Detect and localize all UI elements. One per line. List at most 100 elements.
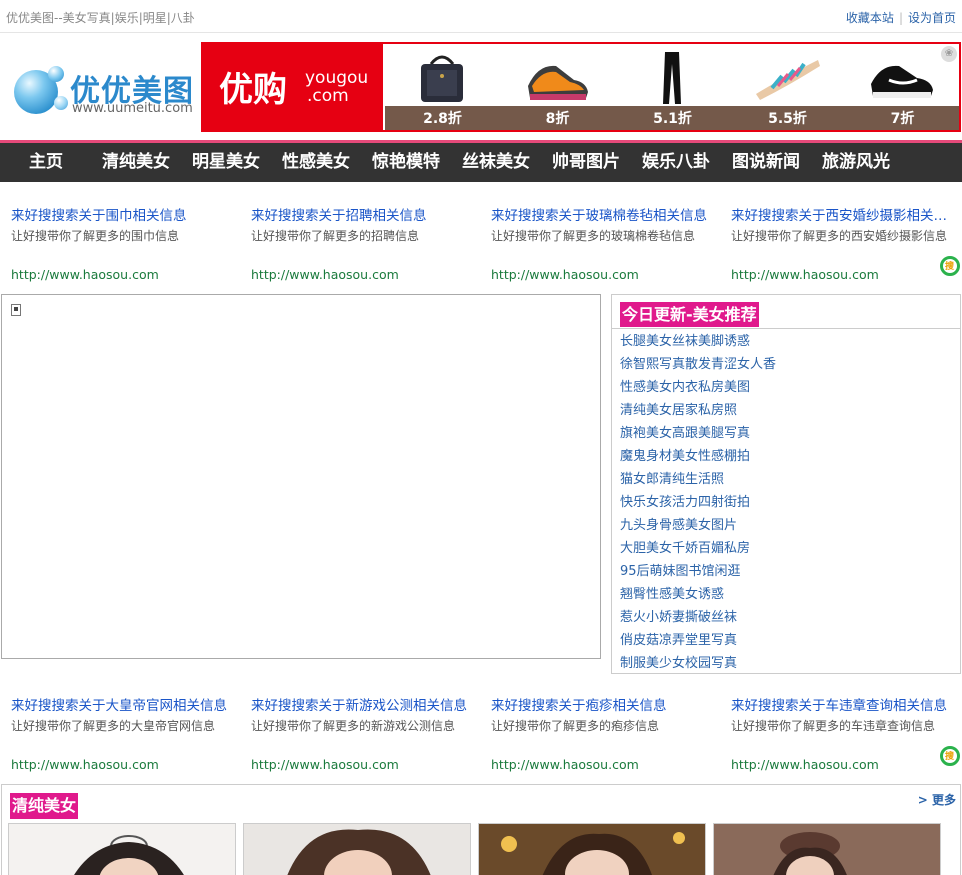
search-ad[interactable]: 来好搜搜索关于新游戏公测相关信息 让好搜带你了解更多的新游戏公测信息 http:… xyxy=(251,684,481,774)
photo-thumbnail[interactable] xyxy=(8,823,236,875)
list-item: 清纯美女居家私房照 xyxy=(620,400,776,423)
recommend-link[interactable]: 魔鬼身材美女性感棚拍 xyxy=(620,449,750,464)
nav-item-stockings[interactable]: 丝袜美女 xyxy=(458,143,534,182)
search-ad[interactable]: 来好搜搜索关于招聘相关信息 让好搜带你了解更多的招聘信息 http://www.… xyxy=(251,194,481,284)
list-item: 性感美女内衣私房美图 xyxy=(620,377,776,400)
recommend-link[interactable]: 制服美少女校园写真 xyxy=(620,656,737,671)
ad-title[interactable]: 来好搜搜索关于围巾相关信息 xyxy=(11,204,239,224)
nav-item-travel[interactable]: 旅游风光 xyxy=(818,143,894,182)
product-price: 7折 xyxy=(890,111,915,127)
ad-title[interactable]: 来好搜搜索关于玻璃棉卷毡相关信息 xyxy=(491,204,719,224)
ad-url[interactable]: http://www.haosou.com xyxy=(251,267,399,282)
list-item: 旗袍美女高跟美腿写真 xyxy=(620,423,776,446)
nav-item-sexy[interactable]: 性感美女 xyxy=(278,143,354,182)
recommend-header: 今日更新-美女推荐 xyxy=(612,295,960,329)
list-item: 猫女郎清纯生活照 xyxy=(620,469,776,492)
search-ad[interactable]: 来好搜搜索关于车违章查询相关信息 让好搜带你了解更多的车违章查询信息 http:… xyxy=(731,684,949,774)
ad-url[interactable]: http://www.haosou.com xyxy=(11,757,159,772)
pure-beauty-section: 清纯美女 > 更多 xyxy=(1,784,961,875)
banner-products: 2.8折 8折 5.1折 5.5折 7折 xyxy=(385,44,959,130)
recommend-link[interactable]: 猫女郎清纯生活照 xyxy=(620,472,724,487)
product-price: 5.5折 xyxy=(768,111,807,127)
main-nav: 主页 清纯美女 明星美女 性感美女 惊艳模特 丝袜美女 帅哥图片 娱乐八卦 图说… xyxy=(0,143,962,182)
recommend-link[interactable]: 快乐女孩活力四射街拍 xyxy=(620,495,750,510)
ad-paw-icon[interactable]: ❀ xyxy=(941,46,957,62)
ad-title[interactable]: 来好搜搜索关于招聘相关信息 xyxy=(251,204,479,224)
recommend-link[interactable]: 清纯美女居家私房照 xyxy=(620,403,737,418)
product-price: 5.1折 xyxy=(653,111,692,127)
logo-small-bubble-icon xyxy=(54,96,68,110)
product-price: 8折 xyxy=(545,111,570,127)
broken-image-area xyxy=(1,294,601,659)
ad-url[interactable]: http://www.haosou.com xyxy=(731,757,879,772)
bookmark-link[interactable]: 收藏本站 xyxy=(846,11,894,25)
ad-title[interactable]: 来好搜搜索关于车违章查询相关信息 xyxy=(731,694,947,714)
nav-item-star[interactable]: 明星美女 xyxy=(188,143,264,182)
product-price: 2.8折 xyxy=(423,111,462,127)
pants-icon xyxy=(663,52,681,104)
ad-url[interactable]: http://www.haosou.com xyxy=(11,267,159,282)
ad-title[interactable]: 来好搜搜索关于大皇帝官网相关信息 xyxy=(11,694,239,714)
haosou-icon[interactable]: 搜 xyxy=(940,256,960,276)
photo-thumbnail[interactable] xyxy=(243,823,471,875)
nav-item-handsome[interactable]: 帅哥图片 xyxy=(548,143,624,182)
nav-item-gossip[interactable]: 娱乐八卦 xyxy=(638,143,714,182)
search-ad[interactable]: 来好搜搜索关于疱疹相关信息 让好搜带你了解更多的疱疹信息 http://www.… xyxy=(491,684,721,774)
search-ad-row: 来好搜搜索关于围巾相关信息 让好搜带你了解更多的围巾信息 http://www.… xyxy=(0,194,962,284)
recommend-link[interactable]: 九头身骨感美女图片 xyxy=(620,518,737,533)
recommend-link[interactable]: 翘臀性感美女诱惑 xyxy=(620,587,724,602)
ad-title[interactable]: 来好搜搜索关于疱疹相关信息 xyxy=(491,694,719,714)
top-bar: 优优美图--美女写真|娱乐|明星|八卦 收藏本站 | 设为首页 xyxy=(0,0,962,33)
section-title: 清纯美女 xyxy=(10,793,79,819)
list-item: 俏皮菇凉弄堂里写真 xyxy=(620,630,776,653)
ad-desc: 让好搜带你了解更多的新游戏公测信息 xyxy=(251,719,456,733)
ad-desc: 让好搜带你了解更多的大皇帝官网信息 xyxy=(11,719,216,733)
search-ad[interactable]: 来好搜搜索关于西安婚纱摄影相关信息 让好搜带你了解更多的西安婚纱摄影信息 htt… xyxy=(731,194,949,284)
ad-desc: 让好搜带你了解更多的玻璃棉卷毡信息 xyxy=(491,229,696,243)
ad-url[interactable]: http://www.haosou.com xyxy=(731,267,879,282)
ad-desc: 让好搜带你了解更多的疱疹信息 xyxy=(491,719,660,733)
yougou-ad-banner[interactable]: 优购 yougou .com 2.8折 8折 5.1折 5.5折 7折 ❀ xyxy=(201,42,961,132)
site-logo[interactable]: 优优美图 www.uumeitu.com xyxy=(14,66,200,118)
header: 优优美图 www.uumeitu.com 优购 yougou .com 2.8折… xyxy=(0,34,962,140)
ad-url[interactable]: http://www.haosou.com xyxy=(251,757,399,772)
top-links-separator: | xyxy=(898,11,903,25)
ad-title[interactable]: 来好搜搜索关于西安婚纱摄影相关信息 xyxy=(731,204,947,224)
ad-url[interactable]: http://www.haosou.com xyxy=(491,757,639,772)
nav-item-home[interactable]: 主页 xyxy=(8,143,84,182)
recommend-title: 今日更新-美女推荐 xyxy=(620,302,759,327)
recommend-link[interactable]: 旗袍美女高跟美腿写真 xyxy=(620,426,750,441)
recommend-link[interactable]: 性感美女内衣私房美图 xyxy=(620,380,750,395)
recommend-link[interactable]: 长腿美女丝袜美脚诱惑 xyxy=(620,334,750,349)
orange-sneaker-icon xyxy=(528,65,588,100)
recommend-link[interactable]: 大胆美女千娇百媚私房 xyxy=(620,541,750,556)
ad-title[interactable]: 来好搜搜索关于新游戏公测相关信息 xyxy=(251,694,479,714)
nav-item-model[interactable]: 惊艳模特 xyxy=(368,143,444,182)
ad-url[interactable]: http://www.haosou.com xyxy=(491,267,639,282)
search-ad[interactable]: 来好搜搜索关于玻璃棉卷毡相关信息 让好搜带你了解更多的玻璃棉卷毡信息 http:… xyxy=(491,194,721,284)
handbag-icon xyxy=(421,55,463,102)
recommend-link[interactable]: 徐智熙写真散发青涩女人香 xyxy=(620,357,776,372)
search-ad[interactable]: 来好搜搜索关于大皇帝官网相关信息 让好搜带你了解更多的大皇帝官网信息 http:… xyxy=(11,684,241,774)
search-ad[interactable]: 来好搜搜索关于围巾相关信息 让好搜带你了解更多的围巾信息 http://www.… xyxy=(11,194,241,284)
nav-item-pure[interactable]: 清纯美女 xyxy=(98,143,174,182)
recommend-link[interactable]: 惹火小娇妻撕破丝袜 xyxy=(620,610,737,625)
photo-thumbnail[interactable] xyxy=(478,823,706,875)
recommend-link[interactable]: 俏皮菇凉弄堂里写真 xyxy=(620,633,737,648)
more-link[interactable]: > 更多 xyxy=(918,791,956,808)
list-item: 九头身骨感美女图片 xyxy=(620,515,776,538)
photo-image xyxy=(714,824,940,875)
list-item: 95后萌妹图书馆闲逛 xyxy=(620,561,776,584)
top-links: 收藏本站 | 设为首页 xyxy=(846,9,956,26)
ad-desc: 让好搜带你了解更多的围巾信息 xyxy=(11,229,180,243)
photo-thumbnail[interactable] xyxy=(713,823,941,875)
list-item: 快乐女孩活力四射街拍 xyxy=(620,492,776,515)
haosou-icon[interactable]: 搜 xyxy=(940,746,960,766)
list-item: 大胆美女千娇百媚私房 xyxy=(620,538,776,561)
recommend-link[interactable]: 95后萌妹图书馆闲逛 xyxy=(620,564,741,579)
photo-image xyxy=(479,824,705,875)
ad-desc: 让好搜带你了解更多的车违章查询信息 xyxy=(731,719,936,733)
set-homepage-link[interactable]: 设为首页 xyxy=(908,11,956,25)
nav-item-news[interactable]: 图说新闻 xyxy=(728,143,804,182)
logo-small-bubble-icon xyxy=(48,66,64,82)
